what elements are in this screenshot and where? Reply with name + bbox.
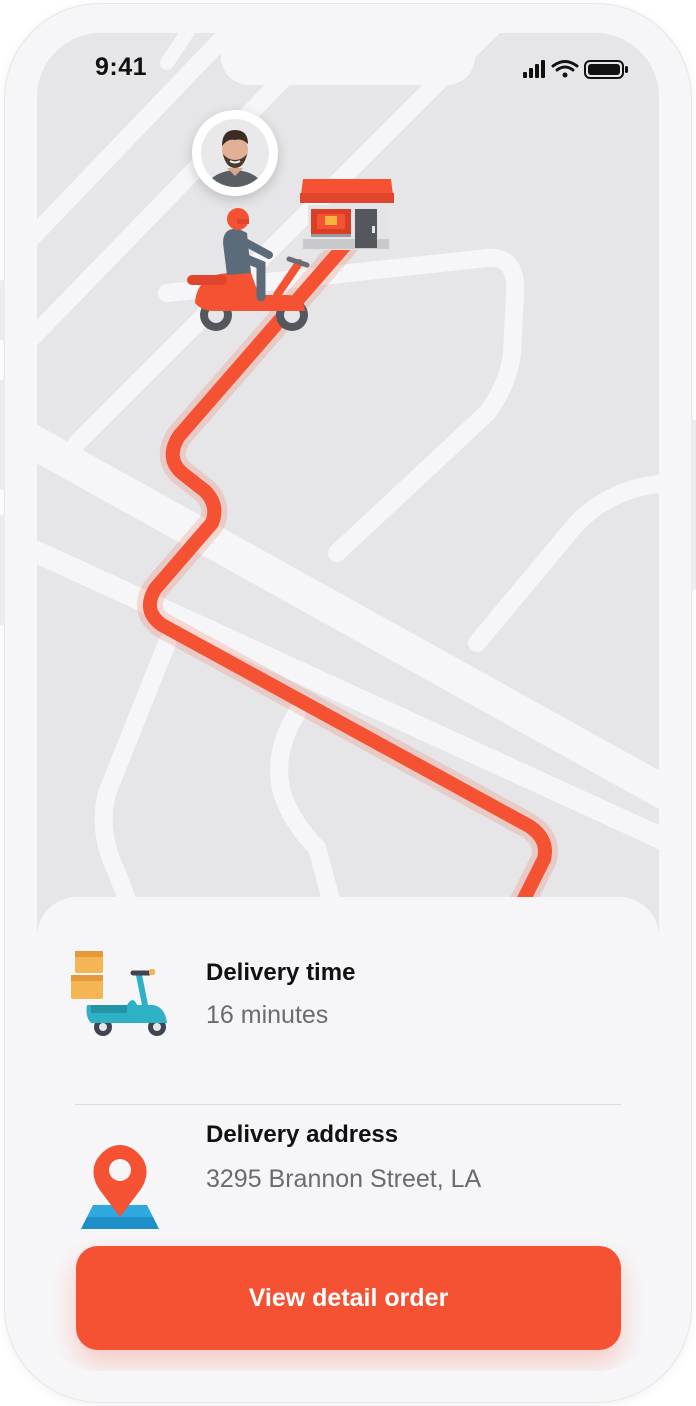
view-detail-order-button[interactable]: View detail order: [76, 1246, 621, 1350]
side-button: [0, 280, 5, 340]
side-button: [691, 420, 696, 590]
side-button: [0, 515, 5, 625]
side-button: [0, 380, 5, 490]
wifi-icon: [551, 60, 579, 78]
phone-screen: 9:41 Delivery time 16 minutes Delivery a…: [37, 33, 659, 1371]
store-icon: [300, 179, 394, 250]
delivery-info-sheet: Delivery time 16 minutes Delivery addres…: [37, 897, 659, 1371]
status-icons: [523, 60, 628, 79]
delivery-time-value: 16 minutes: [206, 1001, 329, 1029]
signal-icon: [523, 60, 545, 78]
status-time: 9:41: [95, 53, 148, 81]
map-view[interactable]: [37, 33, 659, 1033]
delivery-scooter-icon: [71, 951, 167, 1036]
driver-avatar-icon[interactable]: [192, 110, 278, 196]
battery-icon: [584, 60, 628, 79]
divider: [75, 1104, 621, 1105]
delivery-address-title: Delivery address: [206, 1121, 399, 1148]
delivery-address-value: 3295 Brannon Street, LA: [206, 1165, 482, 1193]
delivery-time-title: Delivery time: [206, 959, 356, 986]
notch: [221, 33, 475, 85]
map-pin-icon: [81, 1145, 159, 1229]
